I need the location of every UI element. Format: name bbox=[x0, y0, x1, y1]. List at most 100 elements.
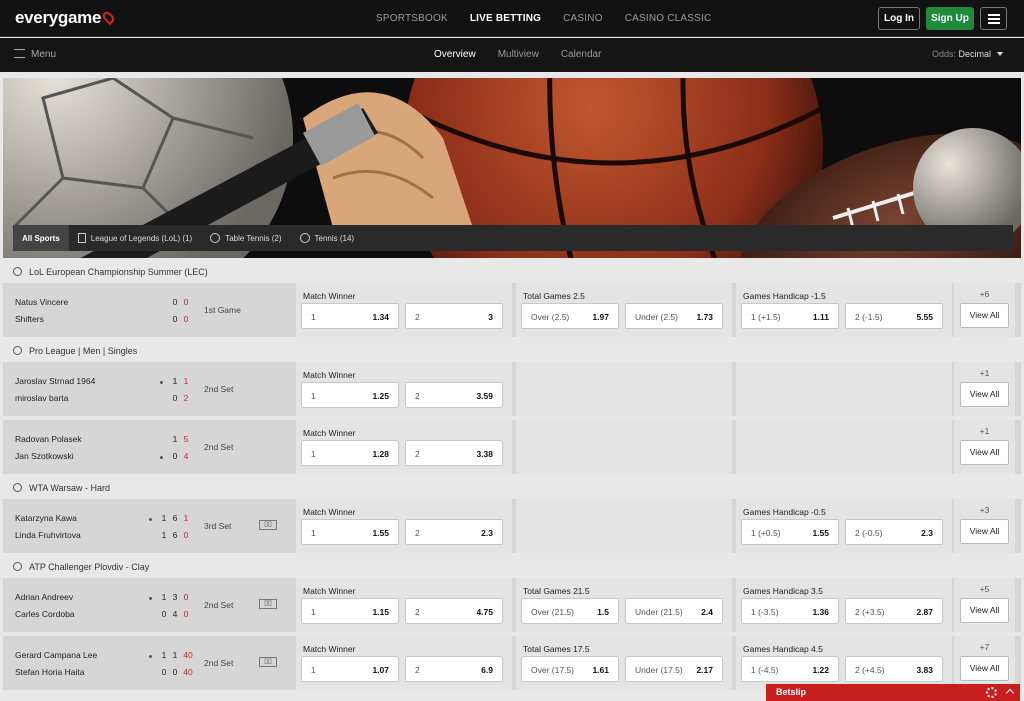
odds-button[interactable]: 1 1.25 bbox=[301, 382, 399, 408]
odds-price: 1.97 bbox=[592, 312, 609, 322]
player-1-name: Natus Vincere bbox=[15, 297, 69, 307]
match-row: Katarzyna Kawa Linda Fruhvirtova 1 1 6 6 1 0 3rd… bbox=[3, 499, 1021, 553]
tennis-icon bbox=[299, 233, 310, 243]
odds-button[interactable]: 1 (+1.5) 1.11 bbox=[741, 303, 839, 329]
odds-button[interactable]: 2 2.3 bbox=[405, 519, 503, 545]
odds-price: 1.73 bbox=[696, 312, 713, 322]
tab-table-tennis[interactable]: Table Tennis (2) bbox=[201, 225, 290, 251]
odds-button[interactable]: 1 1.34 bbox=[301, 303, 399, 329]
odds-button[interactable]: Under (17.5) 2.17 bbox=[625, 656, 723, 682]
more-markets: +1 View All bbox=[954, 362, 1015, 416]
league-name: WTA Warsaw - Hard bbox=[29, 482, 111, 493]
tab-league-of-legends[interactable]: League of Legends (LoL) (1) bbox=[69, 225, 201, 251]
player-1-score: 1 bbox=[161, 592, 167, 602]
player-1-score: 1 bbox=[172, 376, 178, 386]
player-2-score: 0 bbox=[172, 667, 178, 677]
view-all-button[interactable]: View All bbox=[960, 656, 1009, 681]
odds-price: 1.28 bbox=[372, 449, 389, 459]
stats-icon[interactable]: ▯▯ bbox=[259, 520, 277, 530]
odds-button[interactable]: 2 3.59 bbox=[405, 382, 503, 408]
nav-casino-classic[interactable]: CASINO CLASSIC bbox=[625, 13, 712, 24]
stats-icon[interactable]: ▯▯ bbox=[259, 599, 277, 609]
odds-label: Over (21.5) bbox=[531, 607, 574, 617]
league-name: Pro League | Men | Singles bbox=[29, 345, 138, 356]
serve-indicator-icon bbox=[149, 518, 152, 521]
odds-button[interactable]: 1 1.55 bbox=[301, 519, 399, 545]
odds-price: 1.55 bbox=[372, 528, 389, 538]
hamburger-menu-icon[interactable] bbox=[980, 7, 1007, 30]
market-cell: Games Handicap -0.5 1 (+0.5) 1.55 2 (-0.5) 2… bbox=[736, 499, 952, 553]
odds-button[interactable]: 2 (-1.5) 5.55 bbox=[845, 303, 943, 329]
sport-filter-tabs: All Sports League of Legends (LoL) (1) T… bbox=[13, 225, 1013, 251]
odds-button[interactable]: 2 (+3.5) 2.87 bbox=[845, 598, 943, 624]
odds-price: 1.34 bbox=[372, 312, 389, 322]
odds-button[interactable]: 2 (+4.5) 3.83 bbox=[845, 656, 943, 682]
odds-button[interactable]: Over (21.5) 1.5 bbox=[521, 598, 619, 624]
tab-multiview[interactable]: Multiview bbox=[498, 49, 539, 60]
odds-button[interactable]: 2 4.75 bbox=[405, 598, 503, 624]
nav-live-betting[interactable]: LIVE BETTING bbox=[470, 13, 541, 24]
sub-navigation-bar: Menu Overview Multiview Calendar Odds: D… bbox=[0, 38, 1024, 72]
market-cell: Games Handicap 3.5 1 (-3.5) 1.36 2 (+3.5) 2.… bbox=[736, 578, 952, 632]
chevron-up-icon[interactable] bbox=[1005, 688, 1015, 698]
odds-button[interactable]: 1 (-4.5) 1.22 bbox=[741, 656, 839, 682]
player-2-score: 6 bbox=[172, 530, 178, 540]
league-header[interactable]: WTA Warsaw - Hard bbox=[3, 478, 1021, 497]
view-all-button[interactable]: View All bbox=[960, 598, 1009, 623]
odds-label: Over (17.5) bbox=[531, 665, 574, 675]
odds-button[interactable]: 1 (-3.5) 1.36 bbox=[741, 598, 839, 624]
odds-button[interactable]: Over (2.5) 1.97 bbox=[521, 303, 619, 329]
player-2-score: 4 bbox=[183, 451, 189, 461]
odds-button[interactable]: 1 (+0.5) 1.55 bbox=[741, 519, 839, 545]
nav-sportsbook[interactable]: SPORTSBOOK bbox=[376, 13, 448, 24]
tab-calendar[interactable]: Calendar bbox=[561, 49, 602, 60]
view-all-button[interactable]: View All bbox=[960, 440, 1009, 465]
view-all-button[interactable]: View All bbox=[960, 382, 1009, 407]
odds-price: 1.11 bbox=[812, 312, 829, 322]
odds-button[interactable]: Under (21.5) 2.4 bbox=[625, 598, 723, 624]
market-title: Match Winner bbox=[303, 586, 356, 596]
league-header[interactable]: Pro League | Men | Singles bbox=[3, 341, 1021, 360]
odds-label: 2 (-0.5) bbox=[855, 528, 883, 538]
odds-button[interactable]: Over (17.5) 1.61 bbox=[521, 656, 619, 682]
odds-button[interactable]: Under (2.5) 1.73 bbox=[625, 303, 723, 329]
tab-tennis[interactable]: Tennis (14) bbox=[291, 225, 364, 251]
odds-label: 1 bbox=[311, 391, 316, 401]
odds-button[interactable]: 1 1.15 bbox=[301, 598, 399, 624]
market-cell bbox=[736, 420, 952, 474]
odds-button[interactable]: 2 3.38 bbox=[405, 440, 503, 466]
odds-price: 1.07 bbox=[372, 665, 389, 675]
league-header[interactable]: LoL European Championship Summer (LEC) bbox=[3, 262, 1021, 281]
view-all-button[interactable]: View All bbox=[960, 519, 1009, 544]
table-tennis-icon bbox=[210, 233, 221, 243]
odds-button[interactable]: 23 bbox=[405, 303, 503, 329]
odds-button[interactable]: 1 1.28 bbox=[301, 440, 399, 466]
tab-overview[interactable]: Overview bbox=[434, 49, 476, 60]
player-1-score: 1 bbox=[183, 513, 189, 523]
player-2-score: 4 bbox=[172, 609, 178, 619]
player-1-score: 1 bbox=[172, 650, 178, 660]
table-tennis-icon bbox=[13, 346, 22, 355]
match-period: 2nd Set bbox=[204, 384, 234, 394]
menu-toggle[interactable]: Menu bbox=[14, 49, 56, 60]
betslip-bar[interactable]: Betslip bbox=[766, 684, 1020, 701]
odds-label: 1 (+1.5) bbox=[751, 312, 781, 322]
league-header[interactable]: ATP Challenger Plovdiv - Clay bbox=[3, 557, 1021, 576]
more-markets-count: +5 bbox=[979, 584, 990, 594]
everygame-logo[interactable]: everygame bbox=[15, 8, 117, 28]
odds-button[interactable]: 2 (-0.5) 2.3 bbox=[845, 519, 943, 545]
more-markets-count: +7 bbox=[979, 642, 990, 652]
login-button[interactable]: Log In bbox=[878, 7, 920, 30]
view-all-button[interactable]: View All bbox=[960, 303, 1009, 328]
odds-format-selector[interactable]: Odds: Decimal bbox=[932, 49, 1004, 59]
stats-icon[interactable]: ▯▯ bbox=[259, 657, 277, 667]
gear-icon[interactable] bbox=[986, 687, 997, 698]
signup-button[interactable]: Sign Up bbox=[926, 7, 974, 30]
nav-casino[interactable]: CASINO bbox=[563, 13, 603, 24]
tab-all-sports[interactable]: All Sports bbox=[13, 225, 69, 251]
player-1-score: 0 bbox=[183, 297, 189, 307]
odds-label: Under (17.5) bbox=[635, 665, 683, 675]
odds-button[interactable]: 1 1.07 bbox=[301, 656, 399, 682]
odds-button[interactable]: 2 6.9 bbox=[405, 656, 503, 682]
market-title: Match Winner bbox=[303, 370, 356, 380]
